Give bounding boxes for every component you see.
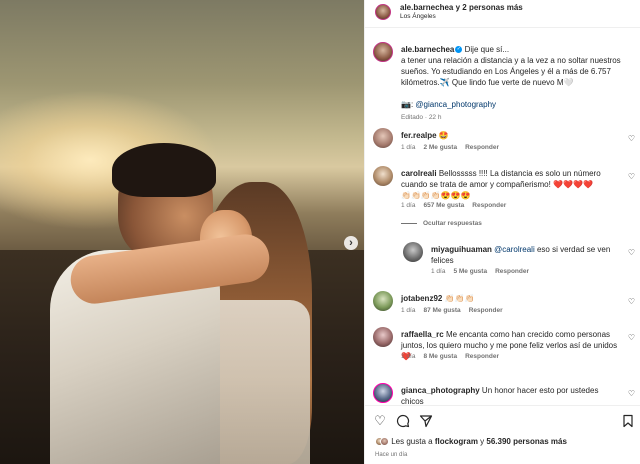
avatar[interactable] [373, 166, 393, 186]
likes-summary[interactable]: Les gusta a flockogram y 56.390 personas… [375, 437, 567, 447]
chevron-right-icon[interactable]: › [344, 236, 358, 250]
caption-line-4: kilómetros.✈️ Que lindo fue verte de nue… [401, 78, 574, 87]
comment-time: 1 día [431, 268, 446, 275]
post-side-panel: ale.barnechea y 2 personas más Los Ángel… [364, 0, 640, 464]
avatar[interactable] [373, 42, 393, 62]
avatar[interactable] [375, 4, 391, 20]
avatar[interactable] [403, 242, 423, 262]
camera-prefix: 📷: [401, 100, 416, 109]
likes-count[interactable]: 56.390 personas más [486, 437, 567, 446]
heart-icon[interactable]: ♡ [628, 389, 635, 398]
reply-button[interactable]: Responder [465, 144, 499, 151]
heart-icon[interactable]: ♡ [628, 297, 635, 306]
share-icon[interactable] [419, 414, 433, 428]
post-time[interactable]: Hace un día [375, 452, 407, 458]
verified-icon: ✓ [455, 46, 463, 54]
heart-icon[interactable]: ♡ [628, 248, 635, 257]
comment-username[interactable]: gianca_photography [401, 386, 480, 395]
comment-time: 1 día [401, 307, 416, 314]
avatar[interactable] [373, 128, 393, 148]
comment-likes[interactable]: 8 Me gusta [423, 353, 457, 360]
photographer-mention[interactable]: @gianca_photography [415, 100, 496, 109]
comment-likes[interactable]: 657 Me gusta [423, 202, 464, 209]
comment-text: Bellosssss !!!! La distancia es solo un … [438, 169, 601, 178]
reply-button[interactable]: Responder [495, 268, 529, 275]
caption-username[interactable]: ale.barnechea [401, 45, 454, 54]
caption-line-3: sueños. Yo estudiando en Los Ángeles y é… [401, 67, 611, 76]
comment-text: juntos, los quiero mucho y me pone feliz… [401, 341, 618, 350]
comment-icon[interactable] [396, 414, 410, 428]
comment-username[interactable]: raffaella_rc [401, 330, 444, 339]
comment-text: 👏🏻👏🏻👏🏻 [444, 294, 475, 303]
comments-list[interactable]: ale.barnechea ✓ Dije que sí... a tener un… [365, 27, 640, 406]
comment-username[interactable]: miyaguihuaman [431, 245, 492, 254]
comment-text: Me encanta como han crecido como persona… [445, 330, 611, 339]
comment-time: 1 día [401, 353, 416, 360]
hide-replies-button[interactable]: Ocultar respuestas [401, 220, 482, 227]
reply-button[interactable]: Responder [469, 307, 503, 314]
comment-likes[interactable]: 5 Me gusta [453, 268, 487, 275]
heart-icon[interactable]: ♡ [628, 172, 635, 181]
comment-time: 1 día [401, 144, 416, 151]
reply-button[interactable]: Responder [472, 202, 506, 209]
comment-text: felices [431, 256, 454, 265]
post-header: ale.barnechea y 2 personas más Los Ángel… [365, 0, 640, 26]
likes-user[interactable]: flockogram [435, 437, 478, 446]
caption-line-2: a tener una relación a distancia y a la … [401, 56, 621, 65]
reply-button[interactable]: Responder [465, 353, 499, 360]
avatar[interactable] [373, 383, 393, 403]
comment-username[interactable]: fer.realpe [401, 131, 437, 140]
comment-likes[interactable]: 87 Me gusta [423, 307, 460, 314]
divider [401, 222, 417, 224]
comment-text: cuando se trata de amor y compañerismo! … [401, 180, 593, 189]
caption-line-1: Dije que sí... [464, 45, 510, 54]
post-actions: ♡ [365, 410, 640, 434]
heart-icon[interactable]: ♡ [628, 134, 635, 143]
collab-suffix[interactable]: y 2 personas más [456, 3, 523, 12]
likes-prefix: Les gusta a [391, 437, 435, 446]
comment-text: eso si verdad se ven [534, 245, 611, 254]
comment-text: 🤩 [438, 131, 449, 140]
hide-replies-label: Ocultar respuestas [423, 220, 482, 227]
comment-username[interactable]: carolreali [401, 169, 437, 178]
avatar [380, 437, 389, 447]
comment-mention[interactable]: @carolreali [494, 245, 535, 254]
comment-time: 1 día [401, 202, 416, 209]
avatar[interactable] [373, 327, 393, 347]
heart-icon[interactable]: ♡ [628, 333, 635, 342]
comment-likes[interactable]: 2 Me gusta [423, 144, 457, 151]
comment-text: 👏🏻👏🏻👏🏻👏🏻😍😍😍 [401, 191, 471, 200]
caption-edited: Editado · 22 h [401, 114, 442, 121]
author-username[interactable]: ale.barnechea [400, 3, 453, 12]
location[interactable]: Los Ángeles [400, 13, 436, 20]
man-hair [112, 143, 216, 197]
bookmark-icon[interactable] [621, 414, 635, 428]
comment-username[interactable]: jotabenz92 [401, 294, 442, 303]
heart-icon[interactable]: ♡ [373, 414, 387, 428]
avatar[interactable] [373, 291, 393, 311]
post-photo[interactable]: › [0, 0, 364, 464]
